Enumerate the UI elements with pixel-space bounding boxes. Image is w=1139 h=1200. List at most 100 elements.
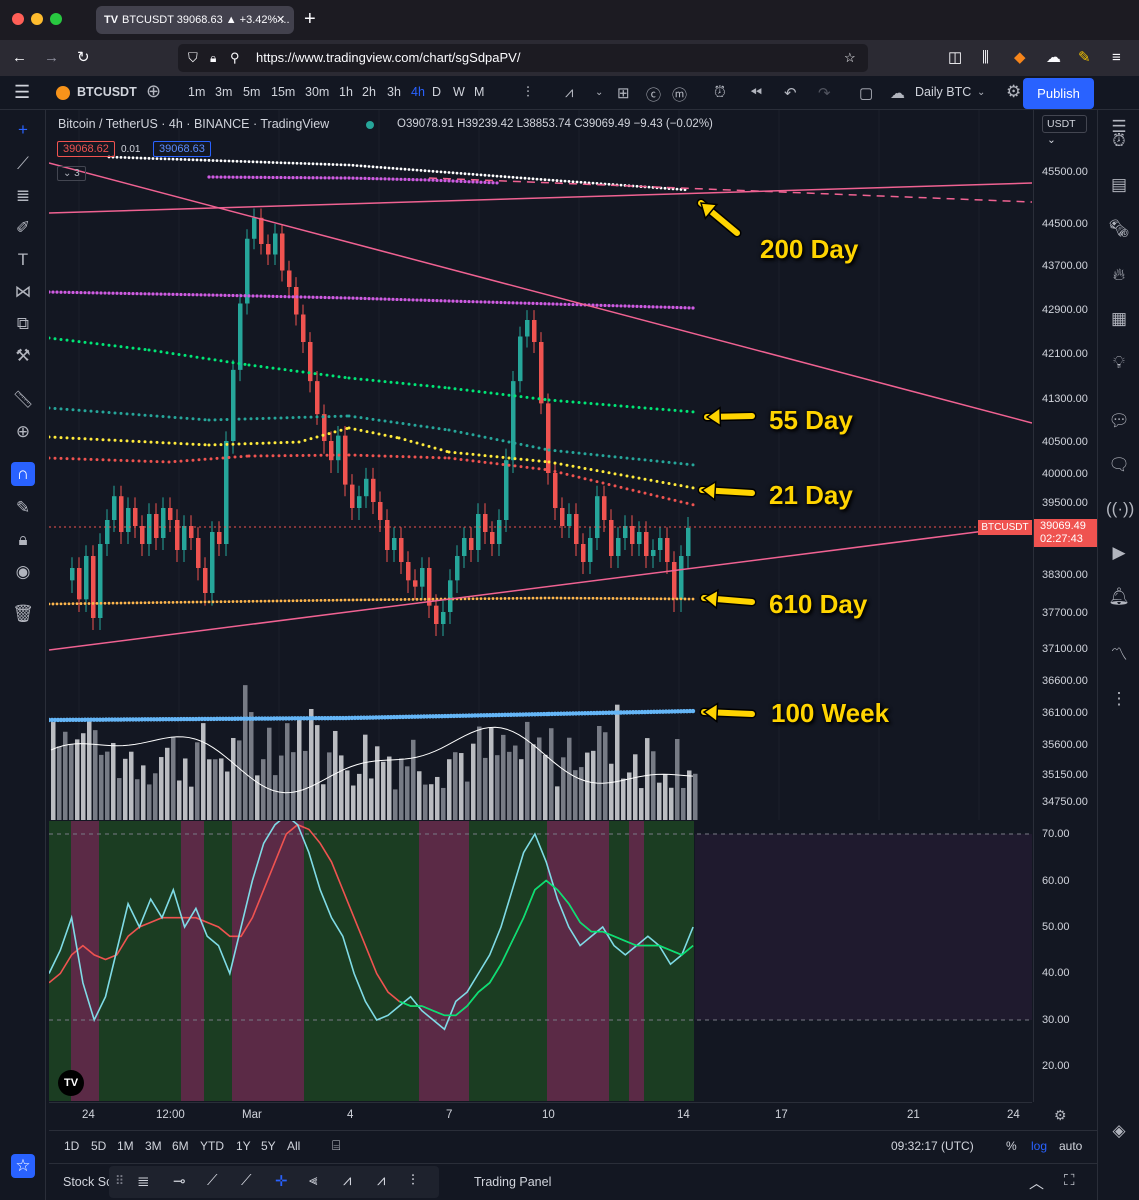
metamask-icon[interactable]: ◆	[1014, 48, 1026, 68]
tradingview-logo-icon[interactable]: TV	[58, 1070, 84, 1096]
close-tab-icon[interactable]: ✕	[276, 6, 285, 34]
eye-icon[interactable]: ◉	[11, 560, 35, 584]
minimize-window-button[interactable]	[31, 13, 43, 25]
abc-pattern-icon[interactable]: ⩘	[377, 1172, 385, 1189]
chevron-down-icon[interactable]: ⌄	[595, 87, 603, 98]
reload-icon[interactable]: ↻	[77, 48, 90, 68]
shield-icon[interactable]: ⛉	[188, 44, 198, 72]
notifications-bell-icon[interactable]: 🔔︎	[1106, 584, 1132, 610]
layout-chevron-down-icon[interactable]: ⌄	[977, 87, 985, 98]
hotlists-icon[interactable]: 🔥︎	[1106, 262, 1132, 288]
axis-settings-gear-icon[interactable]: ⚙	[1054, 1107, 1067, 1124]
candle-style-icon[interactable]: ⫶	[526, 84, 530, 101]
line-icon[interactable]: ⟋	[241, 1172, 252, 1189]
timeframe-2h[interactable]: 2h	[362, 85, 376, 99]
indicators-toggle[interactable]: ⌄ 3	[57, 166, 86, 181]
timeframe-W[interactable]: W	[453, 85, 465, 99]
messages-icon[interactable]: 🗨︎	[1106, 452, 1132, 478]
trash-icon[interactable]: 🗑︎	[11, 602, 35, 626]
alerts-clock-icon[interactable]: ⏰︎	[1106, 128, 1132, 154]
lock-icon[interactable]: 🔒︎	[11, 528, 35, 552]
candle-icon[interactable]: ⫶	[411, 1172, 415, 1189]
timeframe-1h[interactable]: 1h	[339, 85, 353, 99]
layout-name[interactable]: Daily BTC	[915, 85, 971, 99]
publish-button[interactable]: Publish	[1023, 78, 1094, 109]
rsi-canvas[interactable]	[48, 814, 1032, 1101]
crosshair-icon[interactable]: +	[11, 118, 35, 142]
object-tree-icon[interactable]: ⋮	[1106, 686, 1132, 712]
pitchfork-icon[interactable]: ⫷	[309, 1172, 317, 1189]
library-icon[interactable]: ⫼	[982, 48, 989, 68]
new-tab-button[interactable]: +	[304, 9, 316, 29]
timeframe-4h[interactable]: 4h	[411, 85, 425, 99]
pattern-tool-icon[interactable]: ⋈	[11, 280, 35, 304]
cloud-icon[interactable]: ☁	[1046, 48, 1061, 68]
redo-icon[interactable]: ↷	[818, 84, 831, 102]
timeframe-30m[interactable]: 30m	[305, 85, 329, 99]
range-1Y[interactable]: 1Y	[236, 1139, 251, 1153]
log-toggle[interactable]: log	[1031, 1139, 1047, 1153]
alarm-add-icon[interactable]: ⏰︎	[714, 84, 726, 101]
chat-icon[interactable]: 💬︎	[1106, 408, 1132, 434]
timeframe-5m[interactable]: 5m	[243, 85, 260, 99]
buy-price-box[interactable]: 39068.63	[153, 141, 211, 157]
zoom-window-button[interactable]	[50, 13, 62, 25]
ruler-icon[interactable]: 📏︎	[11, 388, 35, 412]
templates-icon[interactable]: ⊞	[617, 84, 630, 102]
range-5D[interactable]: 5D	[91, 1139, 106, 1153]
streams-icon[interactable]: ((·))	[1106, 496, 1134, 522]
hammer-icon[interactable]: ⚒	[11, 344, 35, 368]
favorites-star-icon[interactable]: ☆	[11, 1154, 35, 1178]
news-icon[interactable]: 🗞︎	[1106, 216, 1132, 242]
elliott-wave-icon[interactable]: ⩘	[343, 1172, 351, 1189]
fib-tool-icon[interactable]: ≣	[11, 184, 35, 208]
zoom-in-icon[interactable]: ⊕	[11, 420, 35, 444]
maximize-icon[interactable]: ⛶	[1064, 1172, 1075, 1189]
lock-drawing-pencil-icon[interactable]: ✎	[11, 496, 35, 520]
percent-toggle[interactable]: %	[1006, 1139, 1017, 1153]
range-3M[interactable]: 3M	[145, 1139, 162, 1153]
range-6M[interactable]: 6M	[172, 1139, 189, 1153]
lock-icon[interactable]: 🔒︎	[210, 44, 216, 72]
path-icon[interactable]: ⟋	[207, 1172, 218, 1189]
timeframe-3m[interactable]: 3m	[215, 85, 232, 99]
calendar-icon[interactable]: ▦	[1106, 306, 1132, 332]
bookmark-star-icon[interactable]: ☆	[844, 44, 856, 72]
alert-c-icon[interactable]: ⓒ	[646, 84, 661, 105]
layers-icon[interactable]: ◈	[1106, 1118, 1132, 1144]
replay-icon[interactable]: ⏪︎	[750, 84, 762, 101]
timeframe-D[interactable]: D	[432, 85, 441, 99]
pine-editor-icon[interactable]: 〽	[1106, 642, 1132, 668]
stock-screener-tab[interactable]: Stock Sc	[63, 1175, 112, 1189]
range-All[interactable]: All	[287, 1139, 300, 1153]
alert-m-icon[interactable]: ⓜ	[672, 84, 687, 105]
extension-icon[interactable]: ✎	[1078, 48, 1091, 68]
range-5Y[interactable]: 5Y	[261, 1139, 276, 1153]
data-window-icon[interactable]: ▤	[1106, 172, 1132, 198]
timeframe-15m[interactable]: 15m	[271, 85, 295, 99]
magnet-icon[interactable]: ∩	[11, 462, 35, 486]
rsi-pane[interactable]: TV	[48, 814, 1032, 1101]
text-tool-icon[interactable]: T	[11, 248, 35, 272]
trendline-tool-icon[interactable]: ⟋	[11, 152, 35, 176]
undo-icon[interactable]: ↶	[784, 84, 797, 102]
range-1M[interactable]: 1M	[117, 1139, 134, 1153]
timeframe-3h[interactable]: 3h	[387, 85, 401, 99]
address-bar[interactable]: ⛉ 🔒︎ ⚲ https://www.tradingview.com/chart…	[178, 44, 868, 72]
symbol-search[interactable]: BTCUSDT	[77, 85, 137, 99]
cloud-save-icon[interactable]: ☁	[890, 84, 905, 102]
indicators-icon[interactable]: ⩘	[565, 84, 573, 101]
collapse-chevron-up-icon[interactable]: ︿	[1029, 1172, 1044, 1193]
settings-gear-icon[interactable]: ⚙	[1006, 82, 1021, 102]
resistance-trendline[interactable]	[48, 182, 1033, 214]
brush-tool-icon[interactable]: ✐	[11, 216, 35, 240]
menu-icon[interactable]: ≡	[1112, 48, 1121, 68]
fib-icon[interactable]: ≣	[137, 1172, 150, 1190]
play-icon[interactable]: ▶	[1106, 540, 1132, 566]
close-window-button[interactable]	[12, 13, 24, 25]
hamburger-menu-icon[interactable]: ☰	[14, 82, 30, 103]
crosshair-icon[interactable]: ✛	[275, 1172, 288, 1190]
ideas-lightbulb-icon[interactable]: 💡︎	[1106, 350, 1132, 376]
price-chart-pane[interactable]: Bitcoin / TetherUS · 4h · BINANCE · Trad…	[46, 110, 1033, 820]
drag-handle-icon[interactable]: ⠿	[115, 1173, 124, 1188]
